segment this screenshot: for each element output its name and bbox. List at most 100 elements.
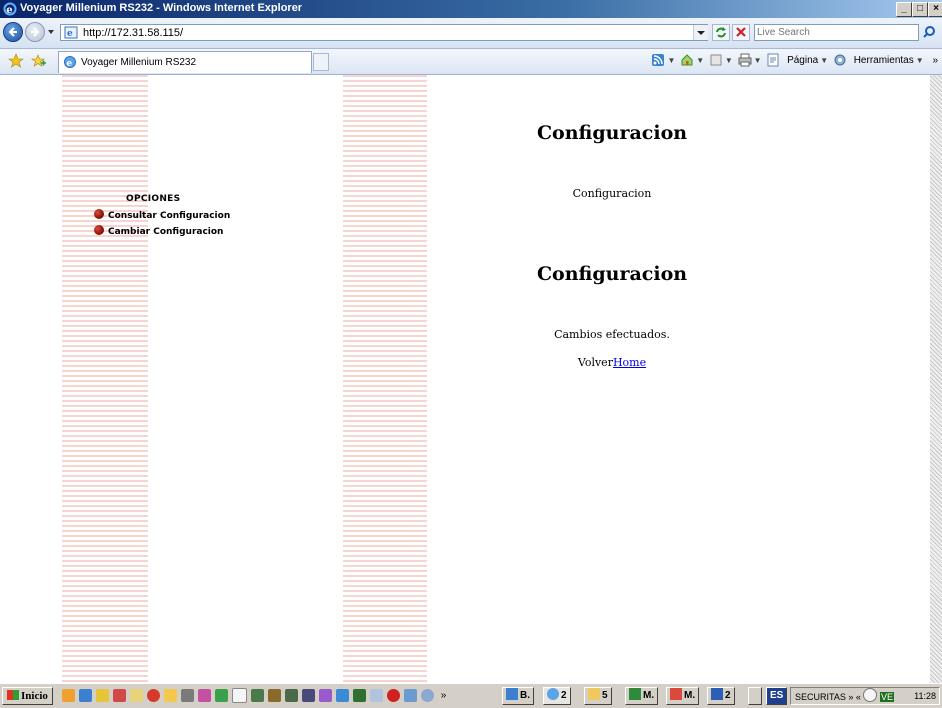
quicklaunch-icon[interactable] [370, 689, 383, 702]
tray-app-icon[interactable] [863, 688, 878, 702]
start-button[interactable]: Inicio [2, 687, 53, 705]
url-text[interactable]: http://172.31.58.115/ [83, 27, 183, 39]
rss-feed-icon[interactable] [709, 53, 723, 67]
taskbar-button[interactable]: M. [625, 687, 659, 705]
taskbar-button-label: 5 [602, 690, 608, 701]
forward-button[interactable] [25, 22, 45, 42]
quicklaunch-icon[interactable] [164, 689, 177, 702]
dropdown-arrow-icon[interactable]: ▼ [667, 56, 675, 65]
taskbar-button-label: M. [643, 690, 655, 701]
taskbar: Inicio » B. 2 5 M. M. 2 ES SECURITAS » «… [0, 683, 942, 708]
menu-item-consultar[interactable]: Consultar Configuracion [94, 209, 230, 221]
taskbar-splitter[interactable] [748, 687, 762, 705]
quicklaunch-icon[interactable] [147, 689, 160, 702]
window-titlebar: e Voyager Millenium RS232 - Windows Inte… [0, 0, 942, 18]
new-tab-button[interactable] [313, 53, 329, 71]
search-box[interactable] [754, 24, 919, 41]
menu-item-cambiar[interactable]: Cambiar Configuracion [94, 225, 223, 237]
svg-text:e: e [67, 29, 73, 39]
taskbar-button-label: B. [520, 690, 530, 701]
quicklaunch-icon[interactable] [113, 689, 126, 702]
system-tray: SECURITAS » « VE 11:28 [790, 687, 940, 705]
taskbar-button-label: 2 [725, 690, 731, 701]
tab-voyager[interactable]: e Voyager Millenium RS232 [58, 51, 312, 73]
quicklaunch-icon[interactable] [353, 689, 366, 702]
quicklaunch-icon[interactable] [404, 689, 417, 702]
quicklaunch-icon[interactable] [387, 689, 400, 702]
page-heading-2: Configuracion [536, 263, 688, 285]
tray-collapse[interactable]: « [856, 692, 861, 702]
taskbar-button[interactable]: 5 [584, 687, 612, 705]
minimize-button[interactable]: _ [896, 2, 912, 17]
taskbar-button[interactable]: B. [502, 687, 534, 705]
dropdown-arrow-icon[interactable]: ▼ [916, 56, 924, 65]
refresh-button[interactable] [712, 24, 730, 41]
back-arrow-icon [8, 27, 17, 37]
quicklaunch-icon[interactable] [79, 689, 92, 702]
address-dropdown-icon[interactable] [693, 25, 708, 40]
ie-page-icon: e [64, 56, 76, 69]
dropdown-arrow-icon[interactable]: ▼ [754, 56, 762, 65]
tools-gear-icon[interactable] [833, 53, 847, 67]
maximize-button[interactable]: □ [912, 2, 928, 17]
page-icon: e [64, 26, 78, 39]
quick-launch: » [62, 688, 446, 704]
taskbar-button[interactable]: 2 [543, 687, 571, 705]
taskbar-button[interactable]: 2 [707, 687, 735, 705]
tray-overflow[interactable]: » [848, 692, 853, 702]
page-menu-label[interactable]: Página [787, 55, 818, 66]
ie-logo-icon: e [3, 2, 17, 16]
command-bar: ▼ ▼ ▼ ▼ Página ▼ Herramientas ▼ » [651, 53, 938, 69]
taskbar-button[interactable]: M. [666, 687, 700, 705]
quicklaunch-icon[interactable] [215, 689, 228, 702]
feeds-icon[interactable] [651, 53, 665, 67]
ie-icon [547, 688, 559, 700]
address-field[interactable]: e http://172.31.58.115/ [60, 24, 708, 41]
language-indicator[interactable]: ES [766, 687, 788, 705]
taskbar-button-label: 2 [561, 690, 567, 701]
quicklaunch-overflow[interactable]: » [441, 690, 447, 701]
print-icon[interactable] [738, 53, 752, 67]
stop-button[interactable] [732, 24, 750, 41]
quicklaunch-icon[interactable] [181, 689, 194, 702]
config-text: Configuracion [572, 187, 652, 200]
page-menu-icon[interactable] [766, 53, 780, 67]
word-icon [711, 688, 723, 700]
vertical-scrollbar[interactable] [930, 75, 942, 683]
quicklaunch-icon[interactable] [268, 689, 281, 702]
options-heading: OPCIONES [126, 194, 181, 204]
quicklaunch-icon[interactable] [96, 689, 109, 702]
close-button[interactable]: × [928, 2, 942, 17]
quicklaunch-icon[interactable] [62, 689, 75, 702]
tab-toolbar: e Voyager Millenium RS232 ▼ ▼ ▼ ▼ Página… [0, 49, 942, 75]
dropdown-arrow-icon[interactable]: ▼ [725, 56, 733, 65]
quicklaunch-icon[interactable] [251, 689, 264, 702]
quicklaunch-icon[interactable] [302, 689, 315, 702]
home-link[interactable]: Home [613, 356, 646, 369]
add-favorite-icon[interactable] [30, 53, 46, 69]
search-icon[interactable] [922, 25, 940, 40]
clock[interactable]: 11:28 [914, 688, 936, 704]
favorites-star-icon[interactable] [8, 53, 24, 69]
tray-label: SECURITAS [795, 692, 846, 702]
document-icon [670, 688, 682, 700]
start-label: Inicio [21, 690, 48, 702]
quicklaunch-icon[interactable] [130, 689, 143, 702]
quicklaunch-icon[interactable] [285, 689, 298, 702]
home-icon[interactable] [680, 53, 694, 67]
toolbar-overflow[interactable]: » [932, 55, 938, 66]
dropdown-arrow-icon[interactable]: ▼ [820, 56, 828, 65]
tray-ve-icon[interactable]: VE [879, 692, 894, 702]
quicklaunch-icon[interactable] [319, 689, 332, 702]
quicklaunch-icon[interactable] [336, 689, 349, 702]
folder-icon [588, 688, 600, 700]
tools-menu-label[interactable]: Herramientas [854, 55, 914, 66]
history-dropdown-icon[interactable] [47, 28, 55, 36]
back-button[interactable] [3, 22, 23, 42]
stop-icon [736, 27, 746, 37]
dropdown-arrow-icon[interactable]: ▼ [696, 56, 704, 65]
search-input[interactable] [757, 25, 907, 40]
quicklaunch-icon[interactable] [421, 689, 434, 702]
quicklaunch-icon[interactable] [198, 689, 211, 702]
quicklaunch-icon[interactable] [232, 688, 247, 703]
